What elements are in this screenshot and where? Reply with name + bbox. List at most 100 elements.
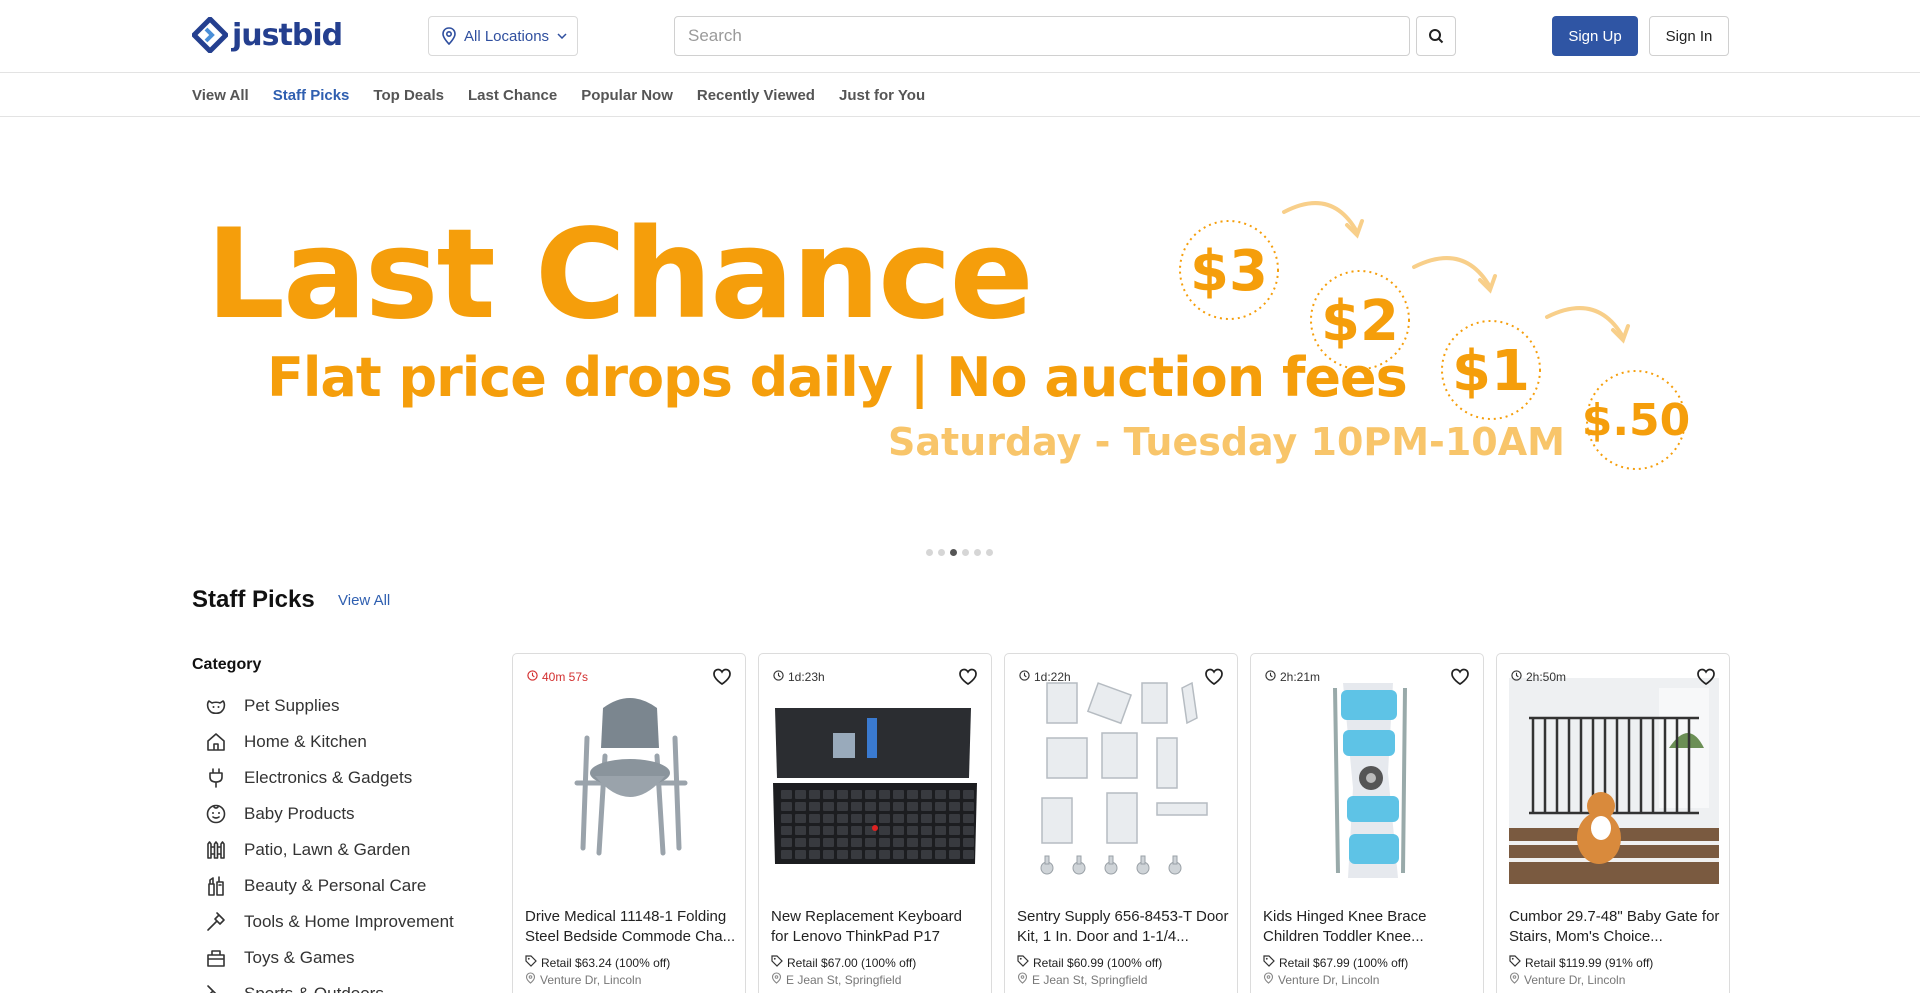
location-pin-icon <box>1509 972 1524 987</box>
location-selector[interactable]: All Locations <box>428 16 578 56</box>
location-pin-icon <box>1263 972 1278 987</box>
price-tag-icon <box>1263 955 1279 970</box>
location-text: Venture Dr, Lincoln <box>540 972 642 987</box>
product-title[interactable]: New Replacement Keyboard for Lenovo Thin… <box>771 907 983 947</box>
timer-text: 2h:21m <box>1280 670 1321 684</box>
product-title[interactable]: Cumbor 29.7-48" Baby Gate for Stairs, Mo… <box>1509 907 1721 947</box>
view-all-link[interactable]: View All <box>338 592 390 609</box>
countdown-timer: 1d:23h <box>773 670 825 684</box>
retail-price: Retail $60.99 (100% off) <box>1017 955 1162 970</box>
product-image-door-hardware-kit[interactable] <box>1017 678 1227 884</box>
pet-icon <box>204 694 228 718</box>
clock-icon <box>1265 670 1280 684</box>
location-text: E Jean St, Springfield <box>1032 972 1148 987</box>
carousel-dot[interactable] <box>950 549 957 556</box>
category-label: Pet Supplies <box>244 696 340 715</box>
product-card[interactable]: 2h:50m Cumbor 29.7-48" Baby Gate for Sta… <box>1496 653 1730 993</box>
timer-text: 2h:50m <box>1526 670 1567 684</box>
category-item-tools-home-improvement[interactable]: Tools & Home Improvement <box>204 904 454 940</box>
toy-icon <box>204 946 228 970</box>
category-item-baby-products[interactable]: Baby Products <box>204 796 454 832</box>
category-heading: Category <box>192 656 262 673</box>
category-label: Baby Products <box>244 804 355 823</box>
clock-icon <box>527 670 542 684</box>
search-icon <box>1429 29 1444 44</box>
category-label: Patio, Lawn & Garden <box>244 840 411 859</box>
price-tag-1: $3 <box>1190 239 1268 304</box>
beauty-icon <box>204 874 228 898</box>
retail-text: Retail $67.99 (100% off) <box>1279 955 1409 970</box>
carousel-dot[interactable] <box>962 549 969 556</box>
clock-icon <box>773 670 788 684</box>
category-item-toys-games[interactable]: Toys & Games <box>204 940 454 976</box>
price-tag-icon <box>1509 955 1525 970</box>
carousel-dot[interactable] <box>974 549 981 556</box>
logo-icon <box>192 17 228 53</box>
carousel-dot[interactable] <box>926 549 933 556</box>
nav-item-view-all[interactable]: View All <box>192 87 249 104</box>
nav-item-recently-viewed[interactable]: Recently Viewed <box>697 87 815 104</box>
product-title[interactable]: Drive Medical 11148-1 Folding Steel Beds… <box>525 907 737 947</box>
product-grid: 40m 57s Drive Medical 11148-1 Folding St… <box>512 653 1742 993</box>
category-item-home-kitchen[interactable]: Home & Kitchen <box>204 724 454 760</box>
product-title[interactable]: Sentry Supply 656-8453-T Door Kit, 1 In.… <box>1017 907 1229 947</box>
retail-price: Retail $67.00 (100% off) <box>771 955 916 970</box>
product-card[interactable]: 40m 57s Drive Medical 11148-1 Folding St… <box>512 653 746 993</box>
product-title[interactable]: Kids Hinged Knee Brace Children Toddler … <box>1263 907 1475 947</box>
category-item-patio-lawn-garden[interactable]: Patio, Lawn & Garden <box>204 832 454 868</box>
search-input[interactable] <box>674 16 1410 56</box>
heart-icon[interactable] <box>711 666 733 688</box>
category-item-beauty-personal-care[interactable]: Beauty & Personal Care <box>204 868 454 904</box>
pickup-location: E Jean St, Springfield <box>771 972 901 987</box>
sign-in-button[interactable]: Sign In <box>1649 16 1729 56</box>
countdown-timer: 2h:50m <box>1511 670 1566 684</box>
nav-item-last-chance[interactable]: Last Chance <box>468 87 557 104</box>
nav-item-top-deals[interactable]: Top Deals <box>373 87 444 104</box>
product-image-laptop-keyboard[interactable] <box>771 678 981 884</box>
sign-up-button[interactable]: Sign Up <box>1552 16 1638 56</box>
promo-banner[interactable]: Last Chance Flat price drops daily | No … <box>192 117 1728 537</box>
plug-icon <box>204 766 228 790</box>
price-tag-4: $.50 <box>1582 395 1691 446</box>
nav-item-staff-picks[interactable]: Staff Picks <box>273 87 350 104</box>
heart-icon[interactable] <box>1449 666 1471 688</box>
location-pin-icon <box>771 972 786 987</box>
nav-item-popular-now[interactable]: Popular Now <box>581 87 673 104</box>
category-label: Beauty & Personal Care <box>244 876 427 895</box>
heart-icon[interactable] <box>957 666 979 688</box>
product-image-baby-gate[interactable] <box>1509 678 1719 884</box>
location-text: Venture Dr, Lincoln <box>1278 972 1380 987</box>
price-drop-graphic: $3 $2 $1 $.50 <box>1179 201 1691 470</box>
hammer-icon <box>204 910 228 934</box>
carousel-dot[interactable] <box>986 549 993 556</box>
pickup-location: Venture Dr, Lincoln <box>525 972 641 987</box>
carousel-dots <box>926 549 998 556</box>
search-button[interactable] <box>1416 16 1456 56</box>
category-item-electronics-gadgets[interactable]: Electronics & Gadgets <box>204 760 454 796</box>
location-text: E Jean St, Springfield <box>786 972 902 987</box>
category-item-sports-outdoors[interactable]: Sports & Outdoors <box>204 976 454 993</box>
fence-icon <box>204 838 228 862</box>
product-card[interactable]: 1d:23h New Replacement Keyboard for Leno… <box>758 653 992 993</box>
countdown-timer: 2h:21m <box>1265 670 1320 684</box>
category-label: Electronics & Gadgets <box>244 768 413 787</box>
timer-text: 1d:22h <box>1034 670 1071 684</box>
product-image-knee-brace[interactable] <box>1263 678 1473 884</box>
category-item-pet-supplies[interactable]: Pet Supplies <box>204 688 454 724</box>
product-card[interactable]: 1d:22h Sentry Supply 656-8453-T Door Kit… <box>1004 653 1238 993</box>
heart-icon[interactable] <box>1695 666 1717 688</box>
retail-text: Retail $119.99 (91% off) <box>1525 955 1654 970</box>
logo-text: justbid <box>232 17 343 53</box>
product-image-commode-chair[interactable] <box>525 678 735 884</box>
carousel-dot[interactable] <box>938 549 945 556</box>
timer-text: 40m 57s <box>542 670 589 684</box>
product-card[interactable]: 2h:21m Kids Hinged Knee Brace Children T… <box>1250 653 1484 993</box>
nav-item-just-for-you[interactable]: Just for You <box>839 87 925 104</box>
location-pin-icon <box>441 27 457 45</box>
countdown-timer: 40m 57s <box>527 670 588 684</box>
main-nav: View All Staff Picks Top Deals Last Chance P… <box>0 73 1920 117</box>
location-pin-icon <box>1017 972 1032 987</box>
logo[interactable]: justbid <box>192 16 343 54</box>
heart-icon[interactable] <box>1203 666 1225 688</box>
home-icon <box>204 730 228 754</box>
